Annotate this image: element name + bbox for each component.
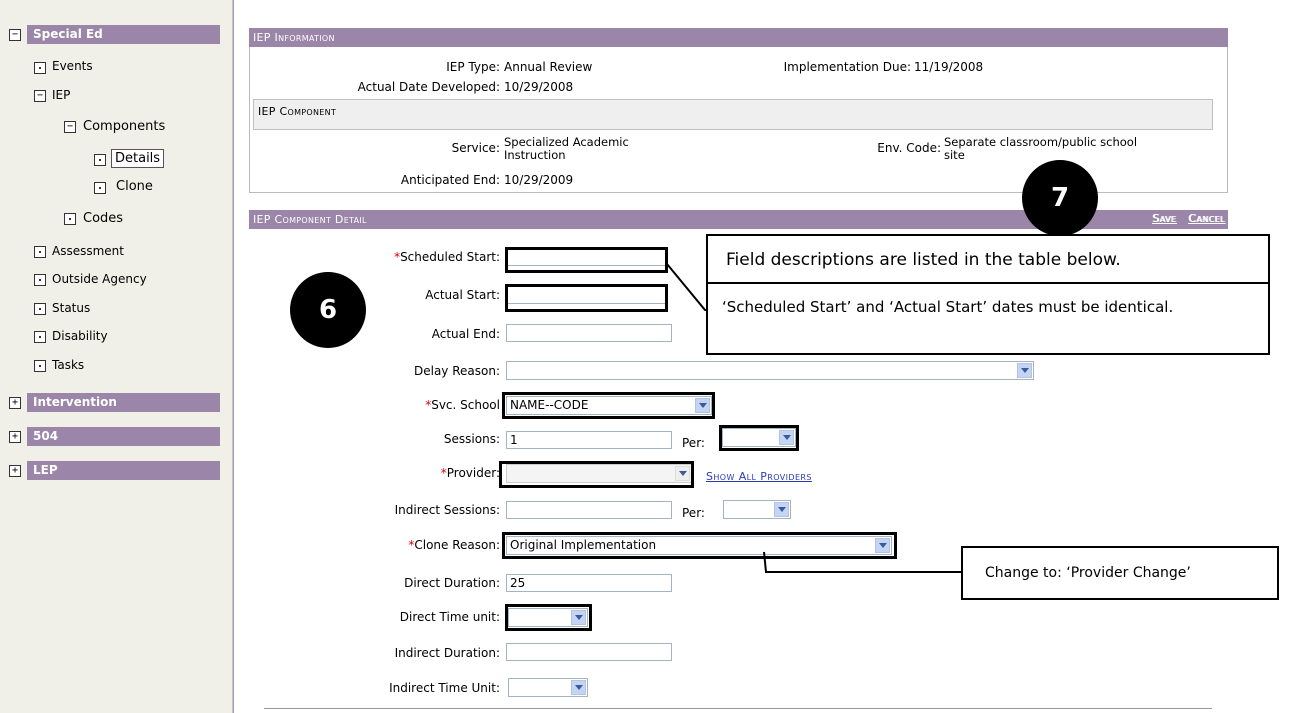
change-note-callout: Change to: ‘Provider Change’ (961, 546, 1279, 600)
change-note-text: Change to: ‘Provider Change’ (985, 565, 1191, 581)
clone-reason-connector-line (763, 551, 962, 573)
connector-lines (666, 263, 962, 573)
dates-connector-line (666, 263, 706, 311)
